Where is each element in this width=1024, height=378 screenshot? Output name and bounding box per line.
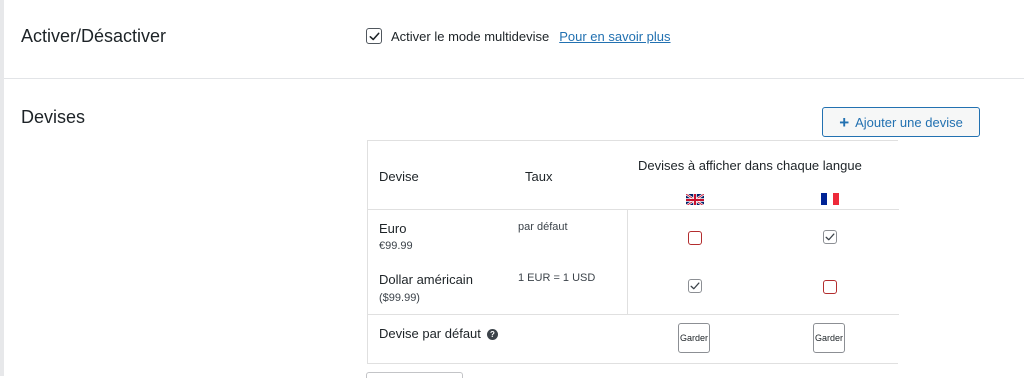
currency-rate-euro: par défaut [518,221,568,233]
currency-name-usd: Dollar américain [379,272,473,287]
column-header-rate: Taux [525,169,553,184]
bottom-button-edge[interactable] [366,372,463,378]
checkmark-icon [690,282,700,290]
section-divider [4,78,1024,79]
multicurrency-toggle-row: Activer le mode multidevise Pour en savo… [366,28,671,44]
currency-rate-usd: 1 EUR = 1 USD [518,272,596,284]
currency-price-euro: €99.99 [379,240,413,252]
column-divider [627,210,628,314]
currencies-table: Devise Taux Devises à afficher dans chaq… [367,140,899,364]
add-currency-label: Ajouter une devise [855,114,963,130]
keep-default-fr-label: Garder [814,333,843,343]
default-row-divider [368,314,899,315]
section-label-toggle: Activer/Désactiver [21,26,167,46]
fr-flag-icon [821,193,839,205]
uk-flag-icon [686,193,704,205]
header-divider [368,209,899,210]
keep-default-fr-button[interactable]: Garder [813,323,845,353]
keep-default-en-button[interactable]: Garder [678,323,710,353]
column-header-currency: Devise [379,169,419,184]
euro-fr-checkbox[interactable] [823,230,837,244]
left-border [0,0,4,376]
multicurrency-checkbox[interactable] [366,28,382,44]
currency-price-usd: ($99.99) [379,292,420,304]
section-label-currencies: Devises [21,107,86,127]
keep-default-en-label: Garder [679,333,708,343]
default-currency-label-row: Devise par défaut? [379,326,498,341]
euro-en-checkbox[interactable] [688,231,702,245]
checkmark-icon [369,32,379,40]
multicurrency-checkbox-label[interactable]: Activer le mode multidevise [391,29,549,44]
usd-fr-checkbox[interactable] [823,280,837,294]
currency-name-euro: Euro [379,221,407,236]
plus-icon: + [839,112,850,132]
usd-en-checkbox[interactable] [688,279,702,293]
learn-more-link[interactable]: Pour en savoir plus [559,29,670,44]
question-icon[interactable]: ? [486,329,498,341]
column-header-languages: Devises à afficher dans chaque langue [638,158,862,173]
default-currency-label: Devise par défaut [379,326,481,341]
checkmark-icon [825,233,835,241]
add-currency-button[interactable]: + Ajouter une devise [822,107,980,137]
